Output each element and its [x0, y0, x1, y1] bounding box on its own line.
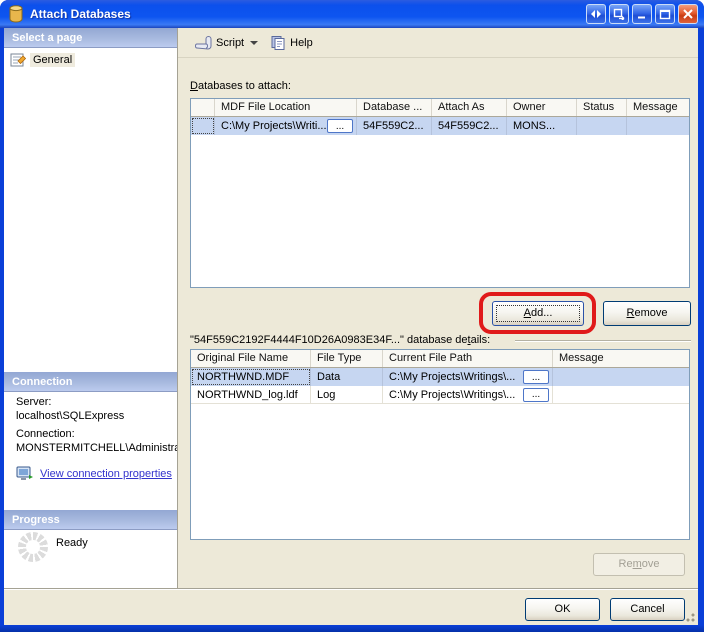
- col-owner[interactable]: Owner: [507, 99, 577, 116]
- general-page-icon: [10, 52, 26, 68]
- connection-label: Connection:: [16, 428, 75, 440]
- message-cell[interactable]: [627, 117, 689, 135]
- owner-cell[interactable]: MONS...: [507, 117, 577, 135]
- details-separator: [515, 340, 691, 342]
- progress-spinner-icon: [18, 532, 48, 562]
- col-details-message[interactable]: Message: [553, 350, 689, 367]
- script-label: Script: [216, 37, 244, 49]
- original-file-name-cell[interactable]: NORTHWND.MDF: [191, 368, 311, 386]
- col-current-file-path[interactable]: Current File Path: [383, 350, 553, 367]
- select-a-page-header: Select a page: [4, 28, 177, 48]
- script-button[interactable]: Script: [190, 33, 262, 53]
- details-message-cell[interactable]: [553, 368, 689, 386]
- status-cell[interactable]: [577, 117, 627, 135]
- col-file-type[interactable]: File Type: [311, 350, 383, 367]
- browse-path-button[interactable]: ...: [523, 388, 549, 402]
- mdf-file-location-cell[interactable]: C:\My Projects\Writi... ...: [215, 117, 357, 135]
- remove-details-button[interactable]: Remove: [593, 553, 685, 576]
- help-button[interactable]: Help: [266, 33, 317, 53]
- table-row[interactable]: NORTHWND_log.ldf Log C:\My Projects\Writ…: [191, 386, 689, 404]
- file-type-cell[interactable]: Log: [311, 386, 383, 404]
- window-title: Attach Databases: [30, 7, 586, 21]
- ok-button[interactable]: OK: [525, 598, 600, 621]
- database-name-cell[interactable]: 54F559C2...: [357, 117, 432, 135]
- dialog-toolbar: Script Help: [178, 28, 698, 58]
- window-border: [0, 625, 704, 632]
- details-message-cell[interactable]: [553, 386, 689, 404]
- general-page-content: Script Help: [178, 28, 698, 588]
- progress-status: Ready: [56, 537, 88, 549]
- connection-header: Connection: [4, 372, 177, 392]
- maximize-button[interactable]: [655, 4, 675, 24]
- col-original-file-name[interactable]: Original File Name: [191, 350, 311, 367]
- server-label: Server:: [16, 396, 51, 408]
- close-icon[interactable]: [678, 4, 698, 24]
- help-label: Help: [290, 37, 313, 49]
- attach-as-cell[interactable]: 54F559C2...: [432, 117, 507, 135]
- attach-databases-dialog: Attach Databases: [0, 0, 704, 632]
- databases-to-attach-grid: MDF File Location Database ... Attach As…: [190, 98, 690, 288]
- table-row[interactable]: C:\My Projects\Writi... ... 54F559C2... …: [191, 117, 689, 135]
- progress-header: Progress: [4, 510, 177, 530]
- col-selector: [191, 99, 215, 116]
- col-database-name[interactable]: Database ...: [357, 99, 432, 116]
- view-connection-properties-link[interactable]: View connection properties: [40, 468, 172, 480]
- sidebar-item-label: General: [30, 53, 75, 67]
- browse-path-button[interactable]: ...: [523, 370, 549, 384]
- database-icon: [8, 5, 24, 23]
- minimize-button[interactable]: [632, 4, 652, 24]
- grid-header-row: MDF File Location Database ... Attach As…: [191, 99, 689, 117]
- details-header-row: Original File Name File Type Current Fil…: [191, 350, 689, 368]
- navigation-pane: Select a page General Connection Server:…: [4, 28, 178, 588]
- file-type-cell[interactable]: Data: [311, 368, 383, 386]
- dialog-footer: OK Cancel: [4, 588, 698, 625]
- row-selector-cell[interactable]: [191, 117, 215, 135]
- current-file-path-cell[interactable]: C:\My Projects\Writings\... ...: [383, 368, 553, 386]
- cancel-button[interactable]: Cancel: [610, 598, 685, 621]
- col-message[interactable]: Message: [627, 99, 689, 116]
- col-attach-as[interactable]: Attach As: [432, 99, 507, 116]
- original-file-name-cell[interactable]: NORTHWND_log.ldf: [191, 386, 311, 404]
- dock-toggle-button[interactable]: [586, 4, 606, 24]
- col-mdf-file-location[interactable]: MDF File Location: [215, 99, 357, 116]
- server-value: localhost\SQLExpress: [16, 410, 175, 422]
- col-status[interactable]: Status: [577, 99, 627, 116]
- remove-button[interactable]: Remove: [603, 301, 691, 326]
- float-window-button[interactable]: [609, 4, 629, 24]
- current-file-path-cell[interactable]: C:\My Projects\Writings\... ...: [383, 386, 553, 404]
- title-bar[interactable]: Attach Databases: [0, 0, 704, 28]
- resize-grip[interactable]: [683, 610, 695, 622]
- connection-value: MONSTERMITCHELL\Administra: [16, 442, 177, 454]
- chevron-down-icon: [250, 41, 258, 45]
- database-details-grid: Original File Name File Type Current Fil…: [190, 349, 690, 540]
- script-scroll-icon: [194, 35, 212, 51]
- database-details-label: "54F559C2192F4444F10D26A0983E34F..." dat…: [190, 334, 490, 346]
- sidebar-item-general[interactable]: General: [10, 52, 75, 68]
- databases-to-attach-label: Databases to attach:: [190, 80, 291, 92]
- computer-icon: [16, 466, 34, 482]
- table-row[interactable]: NORTHWND.MDF Data C:\My Projects\Writing…: [191, 368, 689, 386]
- help-pages-icon: [270, 35, 286, 51]
- browse-mdf-button[interactable]: ...: [327, 119, 353, 133]
- add-button[interactable]: Add...: [492, 301, 584, 326]
